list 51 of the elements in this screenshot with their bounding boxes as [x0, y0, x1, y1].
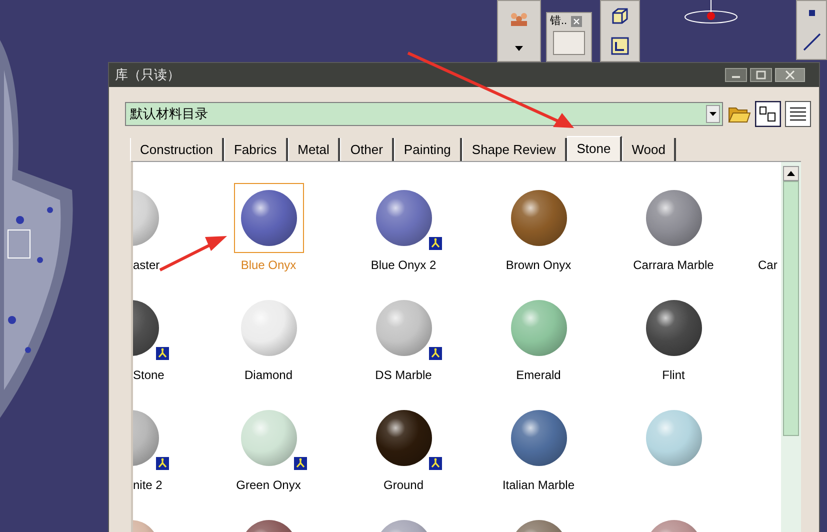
user-material-icon [428, 457, 442, 470]
material-name: Car [757, 258, 778, 272]
minimize-icon[interactable] [725, 68, 747, 82]
material-name: nite 2 [133, 478, 162, 492]
material-name: DS Marble [375, 368, 432, 382]
line-icon[interactable] [802, 32, 820, 50]
user-material-icon [428, 347, 442, 360]
material-name: Stone [133, 368, 164, 382]
people-icon[interactable] [508, 10, 530, 27]
user-material-icon [294, 457, 306, 470]
category-tab[interactable]: Painting [394, 138, 462, 161]
category-tab[interactable]: Construction [130, 138, 224, 161]
point-icon[interactable] [808, 10, 814, 16]
user-material-icon [428, 237, 442, 250]
material-name: Italian Marble [502, 478, 575, 492]
category-tab[interactable]: Shape Review [462, 138, 567, 161]
annotation-arrow [159, 236, 227, 272]
scroll-up-icon[interactable] [783, 166, 799, 181]
material-name: Green Onyx [236, 478, 301, 492]
caret-icon [706, 105, 720, 123]
material-name: Blue Onyx 2 [370, 258, 436, 272]
close-icon[interactable] [775, 68, 805, 82]
user-material-icon [156, 457, 169, 470]
frame-icon[interactable] [611, 37, 629, 55]
category-tab[interactable]: Metal [288, 138, 340, 161]
toolbar-title: 错.. [550, 15, 568, 28]
icon-view-icon[interactable] [755, 101, 781, 127]
material-name: Emerald [516, 368, 561, 382]
material-swatch[interactable] [234, 183, 304, 253]
category-tab[interactable]: Wood [622, 138, 676, 161]
cube-icon[interactable] [611, 7, 629, 25]
material-name: Carrara Marble [633, 258, 714, 272]
scroll-thumb[interactable] [783, 181, 799, 436]
list-view-icon[interactable] [785, 101, 811, 127]
material-name: Blue Onyx [240, 258, 296, 272]
user-material-icon [156, 347, 169, 360]
catalog-dropdown[interactable]: 默认材料目录 [125, 102, 723, 126]
maximize-icon[interactable] [750, 68, 772, 82]
material-name: aster [133, 258, 160, 272]
toolbar-button[interactable] [553, 31, 585, 55]
caret-icon[interactable] [515, 46, 523, 52]
category-tab[interactable]: Fabrics [224, 138, 288, 161]
window-title: 库（只读） [115, 66, 180, 84]
close-icon[interactable] [571, 16, 582, 27]
category-tab[interactable]: Other [340, 138, 394, 161]
material-name: Brown Onyx [506, 258, 572, 272]
material-name: Ground [383, 478, 424, 492]
material-name: Flint [662, 368, 685, 382]
category-tab[interactable]: Stone [566, 136, 622, 161]
scrollbar[interactable] [781, 162, 801, 532]
material-name: Diamond [244, 368, 293, 382]
